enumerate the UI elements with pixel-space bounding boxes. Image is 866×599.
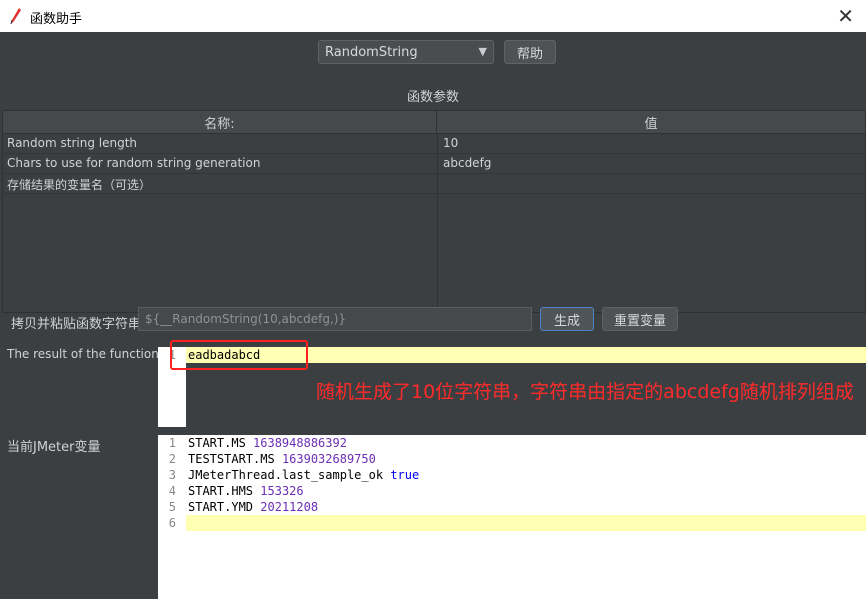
var-value: 153326: [260, 484, 304, 498]
function-helper-dialog: RandomString ▼ 帮助 函数参数 名称: 值 Random stri…: [0, 32, 866, 599]
var-value: 20211208: [260, 500, 319, 514]
var-key: TESTSTART.MS: [188, 452, 275, 466]
title-bar: 函数助手 ✕: [0, 0, 866, 32]
window-title: 函数助手: [30, 12, 83, 27]
var-key: START.MS: [188, 436, 246, 450]
line-number: 5: [168, 500, 176, 514]
param-name: Random string length: [7, 136, 138, 150]
table-row[interactable]: Random string length 10: [3, 133, 865, 154]
params-table: 名称: 值 Random string length 10 Chars to u…: [2, 110, 866, 313]
generate-button[interactable]: 生成: [540, 307, 594, 331]
result-label: The result of the function is: [7, 347, 173, 361]
table-row[interactable]: 存储结果的变量名（可选）: [3, 173, 865, 194]
var-line: JMeterThread.last_sample_ok true: [188, 468, 419, 482]
var-value: 1639032689750: [281, 452, 376, 466]
var-value: 1638948886392: [253, 436, 347, 450]
param-value[interactable]: 10: [443, 136, 458, 150]
var-key: JMeterThread.last_sample_ok: [188, 468, 384, 482]
chevron-down-icon: ▼: [478, 45, 487, 58]
close-icon[interactable]: ✕: [837, 4, 854, 28]
var-line: TESTSTART.MS 1639032689750: [188, 452, 376, 466]
params-table-header: 名称: 值: [3, 111, 865, 134]
line-number: 6: [168, 516, 176, 530]
table-row[interactable]: Chars to use for random string generatio…: [3, 153, 865, 174]
var-value: true: [390, 468, 420, 482]
copy-label: 拷贝并粘贴函数字符串: [11, 317, 142, 332]
function-select-value: RandomString: [325, 45, 418, 60]
col-name-header: 名称:: [3, 111, 437, 133]
line-number: 2: [168, 452, 176, 466]
line-number: 3: [168, 468, 176, 482]
function-select[interactable]: RandomString ▼: [318, 40, 494, 64]
current-line-highlight: [186, 515, 866, 531]
var-key: START.YMD: [188, 500, 254, 514]
var-line: START.HMS 153326: [188, 484, 304, 498]
col-value-header: 值: [644, 116, 658, 132]
param-value[interactable]: abcdefg: [443, 156, 491, 170]
line-gutter: 1 2 3 4 5 6: [158, 435, 186, 599]
function-string-field[interactable]: ${__RandomString(10,abcdefg,)}: [138, 307, 532, 331]
var-line: START.YMD 20211208: [188, 500, 318, 514]
feather-icon: [10, 8, 21, 25]
variables-editor[interactable]: 1 2 3 4 5 6 START.MS 1638948886392 TESTS…: [158, 435, 866, 599]
var-key: START.HMS: [188, 484, 254, 498]
params-section-title: 函数参数: [406, 90, 459, 105]
param-name: Chars to use for random string generatio…: [7, 156, 261, 170]
param-name: 存储结果的变量名（可选）: [7, 178, 152, 192]
line-number: 4: [168, 484, 176, 498]
var-line: START.MS 1638948886392: [188, 436, 347, 450]
help-button[interactable]: 帮助: [504, 40, 556, 64]
reset-variables-button[interactable]: 重置变量: [602, 307, 678, 331]
line-number: 1: [168, 436, 176, 450]
annotation-highlight-box: [170, 340, 308, 370]
vars-label: 当前JMeter变量: [7, 440, 101, 455]
annotation-text: 随机生成了10位字符串，字符串由指定的abcdefg随机排列组成: [316, 381, 854, 403]
